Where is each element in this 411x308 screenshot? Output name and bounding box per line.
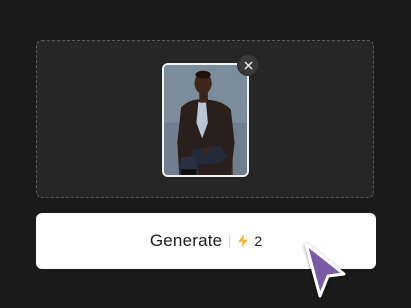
mouse-cursor-icon <box>304 242 346 298</box>
portrait-photo <box>164 65 247 175</box>
remove-image-button[interactable] <box>238 55 258 75</box>
credit-cost: 2 <box>254 233 263 249</box>
generate-label: Generate <box>149 231 223 250</box>
uploaded-image-thumbnail <box>162 63 249 177</box>
divider <box>229 234 231 248</box>
close-icon <box>244 61 252 69</box>
lightning-icon <box>237 234 249 248</box>
